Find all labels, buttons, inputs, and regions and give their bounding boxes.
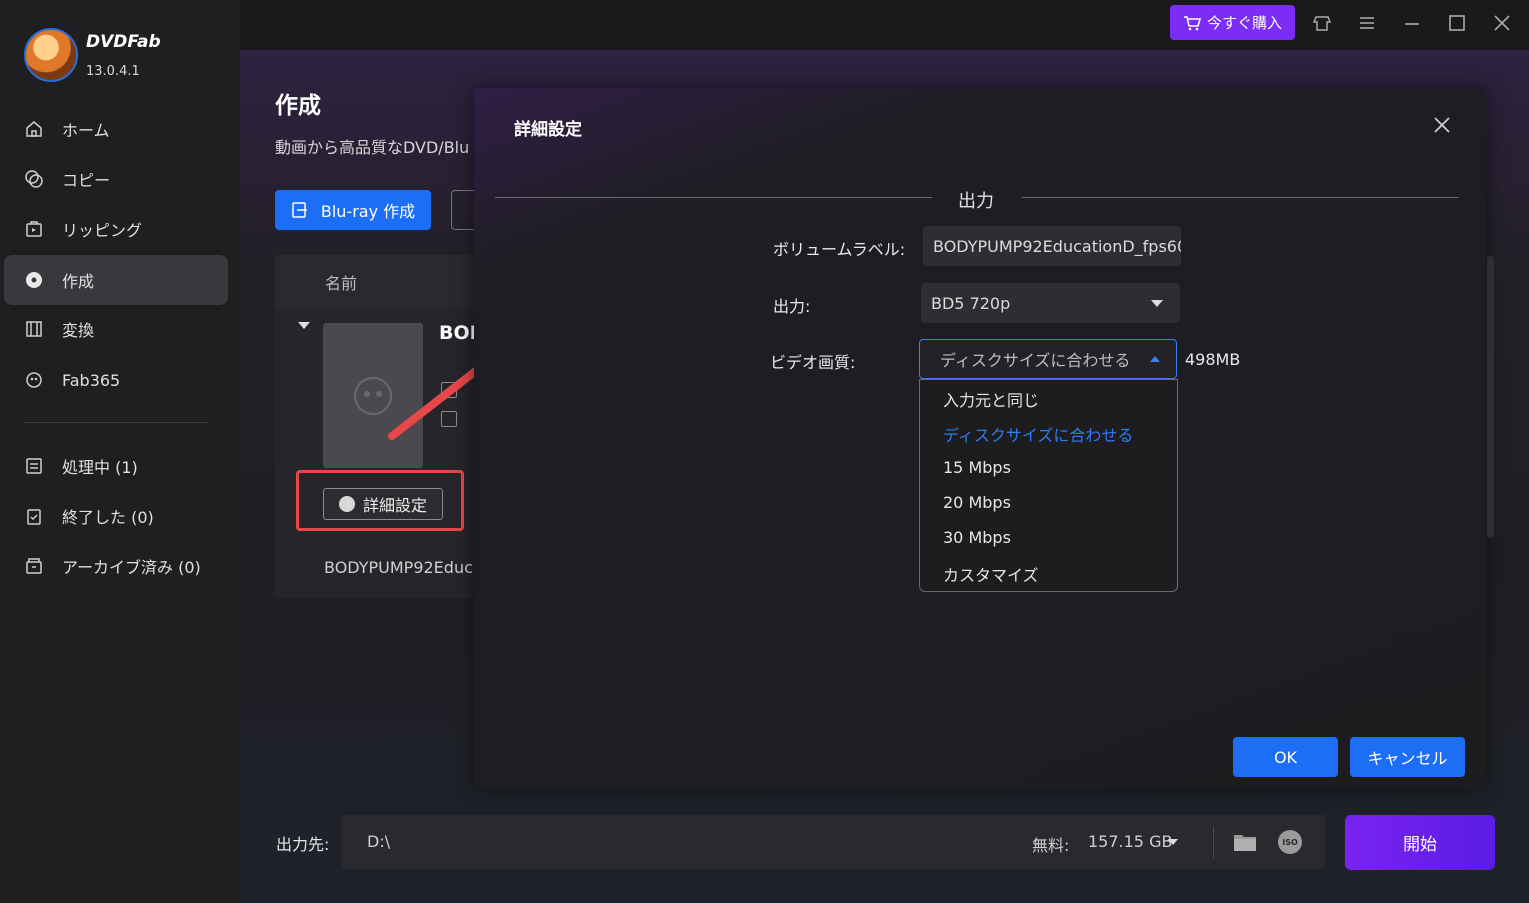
bluray-create-label: Blu-ray 作成: [320, 202, 416, 221]
sidebar: DVDFab 13.0.4.1 ホーム コピー リッピング 作成 変換 Fab3…: [0, 0, 240, 903]
brand-name: DVDFab: [86, 32, 161, 52]
export-icon: [292, 202, 307, 218]
sidebar-item-archived[interactable]: アーカイブ済み (0): [4, 541, 228, 591]
quality-option[interactable]: 30 Mbps: [943, 528, 1011, 547]
title-bar: [240, 0, 1529, 50]
sidebar-item-label: アーカイブ済み (0): [62, 558, 201, 577]
volume-label-input[interactable]: BODYPUMP92EducationD_fps60: [923, 226, 1181, 266]
video-quality-label: ビデオ画質:: [770, 353, 856, 372]
app-window: DVDFab 13.0.4.1 ホーム コピー リッピング 作成 変換 Fab3…: [0, 0, 1529, 903]
ok-button[interactable]: OK: [1233, 737, 1338, 777]
sidebar-item-home[interactable]: ホーム: [4, 104, 228, 154]
output-format-label: 出力:: [773, 297, 811, 316]
chevron-down-icon: [1151, 300, 1163, 307]
sidebar-item-label: 作成: [62, 272, 95, 291]
quality-option-selected[interactable]: ディスクサイズに合わせる: [943, 422, 1133, 446]
sidebar-item-label: コピー: [62, 171, 111, 190]
start-button[interactable]: 開始: [1345, 815, 1495, 870]
section-divider-right: [1022, 197, 1459, 198]
volume-label-label: ボリュームラベル:: [773, 240, 906, 259]
dialog-title: 詳細設定: [514, 120, 582, 140]
output-destination-label: 出力先:: [276, 835, 330, 854]
sidebar-item-create[interactable]: 作成: [4, 255, 228, 305]
free-space-caret-icon[interactable]: [1168, 839, 1178, 845]
skin-icon[interactable]: [1311, 12, 1333, 34]
separator: [1213, 826, 1214, 858]
app-version: 13.0.4.1: [86, 64, 140, 79]
sidebar-item-label: ホーム: [62, 121, 110, 140]
quality-option[interactable]: 20 Mbps: [943, 493, 1011, 512]
sidebar-item-label: 処理中 (1): [62, 458, 138, 477]
maximize-icon[interactable]: [1446, 12, 1468, 34]
bluray-create-button[interactable]: Blu-ray 作成: [275, 190, 431, 230]
sidebar-item-ripping[interactable]: リッピング: [4, 204, 228, 254]
fab365-icon: [24, 370, 44, 390]
disc-icon: [24, 270, 44, 290]
sidebar-item-label: 変換: [62, 321, 95, 340]
dialog-scrollbar[interactable]: [1487, 256, 1494, 538]
copy-icon: [24, 169, 44, 189]
sidebar-item-finished[interactable]: 終了した (0): [4, 491, 228, 541]
quality-option[interactable]: 15 Mbps: [943, 458, 1011, 477]
page-title: 作成: [275, 93, 321, 119]
cancel-button[interactable]: キャンセル: [1350, 737, 1465, 777]
video-quality-select[interactable]: ディスクサイズに合わせる: [919, 339, 1177, 379]
output-format-value: BD5 720p: [931, 293, 1011, 313]
video-quality-value: ディスクサイズに合わせる: [940, 351, 1131, 370]
sidebar-item-label: 終了した (0): [62, 508, 154, 527]
sidebar-divider: [24, 422, 208, 423]
page-subtitle: 動画から高品質なDVD/Blu: [275, 138, 470, 157]
column-name-header: 名前: [325, 274, 358, 293]
sidebar-item-processing[interactable]: 処理中 (1): [4, 441, 228, 491]
buy-now-label: 今すぐ購入: [1206, 14, 1282, 32]
output-path: D:\: [367, 832, 391, 851]
task-list-icon: [24, 456, 44, 476]
file-name: BODYPUMP92Educ: [324, 558, 473, 577]
folder-icon[interactable]: [1233, 831, 1257, 857]
buy-now-button[interactable]: 今すぐ購入: [1170, 5, 1295, 40]
film-icon: [24, 319, 44, 339]
free-space-label: 無料:: [1032, 836, 1070, 855]
dialog-close-icon[interactable]: [1432, 115, 1454, 137]
quality-option[interactable]: 入力元と同じ: [943, 387, 1039, 411]
ripping-icon: [24, 219, 44, 239]
clipboard-check-icon: [24, 506, 44, 526]
sidebar-item-copy[interactable]: コピー: [4, 154, 228, 204]
archive-icon: [24, 556, 44, 576]
section-title: 出力: [958, 191, 994, 212]
annotation-highlight-box: [296, 470, 464, 531]
chevron-up-icon: [1150, 356, 1160, 362]
dvdfab-logo-icon: [24, 28, 78, 82]
collapse-caret-icon[interactable]: [298, 322, 310, 329]
free-space-value: 157.15 GB: [1088, 832, 1173, 851]
iso-icon[interactable]: ISO: [1278, 830, 1302, 854]
minimize-icon[interactable]: [1401, 12, 1423, 34]
menu-icon[interactable]: [1356, 12, 1378, 34]
section-divider-left: [495, 197, 932, 198]
sidebar-item-label: リッピング: [62, 221, 143, 240]
home-icon: [24, 119, 44, 139]
quality-option[interactable]: カスタマイズ: [943, 562, 1039, 586]
sidebar-item-label: Fab365: [62, 370, 121, 390]
output-format-select[interactable]: BD5 720p: [921, 283, 1180, 323]
estimated-size: 498MB: [1185, 350, 1241, 369]
sidebar-item-convert[interactable]: 変換: [4, 304, 228, 354]
close-window-icon[interactable]: [1491, 12, 1513, 34]
sidebar-item-fab365[interactable]: Fab365: [4, 355, 228, 405]
cart-icon: [1183, 15, 1201, 30]
